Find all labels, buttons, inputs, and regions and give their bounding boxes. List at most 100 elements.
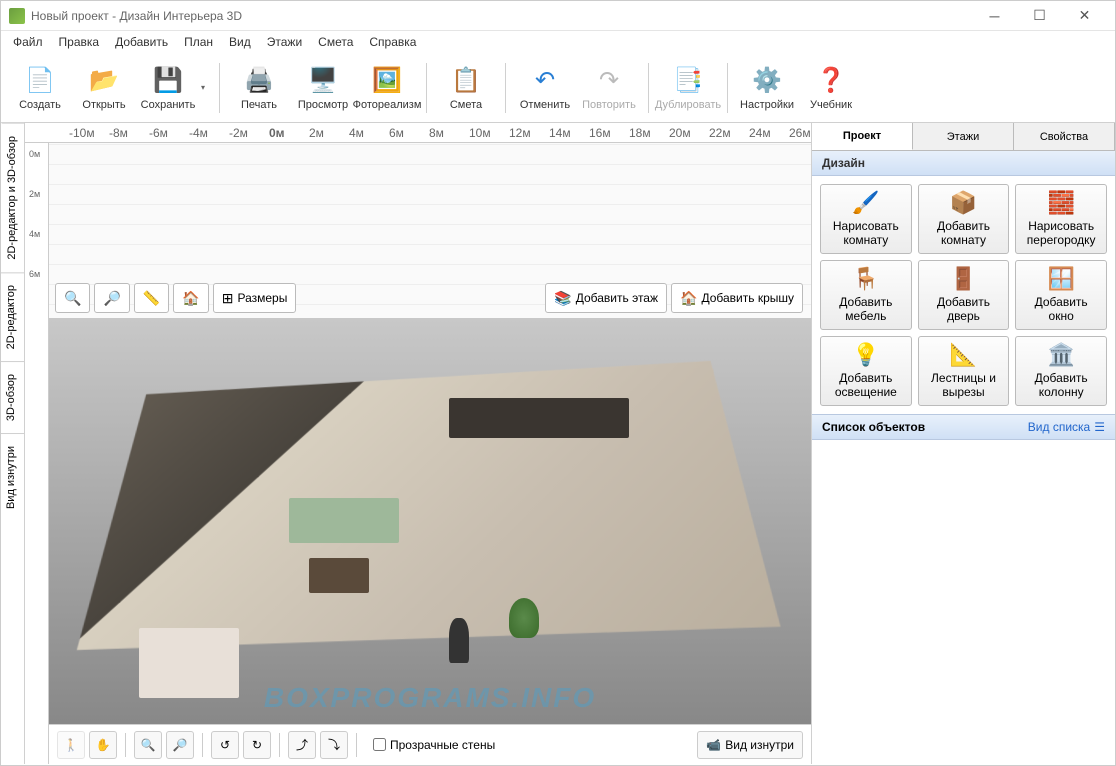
titlebar: Новый проект - Дизайн Интерьера 3D ─ ☐ ✕ [1,1,1115,31]
transparent-walls-checkbox[interactable]: Прозрачные стены [373,738,495,752]
minimize-button[interactable]: ─ [972,1,1017,30]
tilt-down-button[interactable]: ⤵ [320,731,348,759]
stairs-cutouts-button[interactable]: 📐Лестницы и вырезы [918,336,1010,406]
right-panel: Проект Этажи Свойства Дизайн 🖌️Нарисоват… [811,123,1115,764]
objects-list[interactable] [812,440,1115,764]
pan-button[interactable]: ✋ [89,731,117,759]
layers-icon: 📚 [554,290,571,307]
estimate-button[interactable]: 📋Смета [435,57,497,119]
separator [727,63,728,113]
design-section-header: Дизайн [812,151,1115,176]
tilt-up-button[interactable]: ⤴ [288,731,316,759]
separator [648,63,649,113]
settings-button[interactable]: ⚙️Настройки [736,57,798,119]
tilt-down-icon: ⤵ [328,736,340,753]
add-box-icon: 📦 [950,190,977,216]
menu-estimate[interactable]: Смета [310,32,361,52]
menu-floors[interactable]: Этажи [259,32,310,52]
list-icon: ☰ [1094,420,1105,434]
add-lighting-button[interactable]: 💡Добавить освещение [820,336,912,406]
add-column-button[interactable]: 🏛️Добавить колонну [1015,336,1107,406]
paintbrush-icon: 🖌️ [852,190,879,216]
list-view-toggle[interactable]: Вид списка☰ [1028,420,1105,434]
menu-help[interactable]: Справка [361,32,424,52]
add-furniture-button[interactable]: 🪑Добавить мебель [820,260,912,330]
print-button[interactable]: 🖨️Печать [228,57,290,119]
zoom-in-icon: 🔎 [103,290,120,307]
undo-icon: ↶ [529,65,561,97]
window-icon: 🪟 [1047,266,1074,292]
undo-button[interactable]: ↶Отменить [514,57,576,119]
duplicate-icon: 📑 [672,65,704,97]
furniture-bed [139,628,239,698]
furniture-kitchen [449,398,629,438]
notebook-icon: 📋 [450,65,482,97]
close-button[interactable]: ✕ [1062,1,1107,30]
sizes-button[interactable]: ⊞Размеры [213,283,297,313]
app-icon [9,8,25,24]
hand-icon: ✋ [96,738,111,752]
duplicate-button[interactable]: 📑Дублировать [657,57,719,119]
add-floor-button[interactable]: 📚Добавить этаж [545,283,667,313]
ruler-horizontal: -10м -8м -6м -4м -2м 0м 2м 4м 6м 8м 10м … [25,123,811,143]
tab-2d-3d-combined[interactable]: 2D-редактор и 3D-обзор [1,123,24,272]
save-button[interactable]: 💾Сохранить [137,57,199,119]
canvas-toolbar-left: 🔍 🔎 📏 🏠 ⊞Размеры [55,283,296,313]
render-3d-viewport[interactable]: BOXPROGRAMS.INFO [49,318,811,724]
maximize-button[interactable]: ☐ [1017,1,1062,30]
lightbulb-icon: 💡 [852,342,879,368]
walk-360-button[interactable]: 🚶 [57,731,85,759]
rotate-left-icon: ↺ [220,738,230,752]
draw-partition-button[interactable]: 🧱Нарисовать перегородку [1015,184,1107,254]
dimensions-icon: ⊞ [222,290,234,307]
gear-icon: ⚙️ [751,65,783,97]
create-button[interactable]: 📄Создать [9,57,71,119]
add-window-button[interactable]: 🪟Добавить окно [1015,260,1107,330]
zoom-out-icon: 🔍 [141,738,156,752]
home-button[interactable]: 🏠 [173,283,208,313]
zoom-out-icon: 🔍 [64,290,81,307]
tilt-up-icon: ⤴ [296,736,308,753]
menu-view[interactable]: Вид [221,32,259,52]
open-button[interactable]: 📂Открыть [73,57,135,119]
save-dropdown[interactable]: ▾ [201,83,211,92]
tab-2d-editor[interactable]: 2D-редактор [1,272,24,361]
preview-button[interactable]: 🖥️Просмотр [292,57,354,119]
stairs-icon: 📐 [950,342,977,368]
menu-file[interactable]: Файл [5,32,51,52]
menu-edit[interactable]: Правка [51,32,108,52]
menu-plan[interactable]: План [176,32,221,52]
furniture-plant [509,598,539,638]
home-icon: 🏠 [182,290,199,307]
furniture-table [309,558,369,593]
photorealism-button[interactable]: 🖼️Фотореализм [356,57,418,119]
walk-icon: 🚶 [64,738,79,752]
zoom-in-3d-button[interactable]: 🔎 [166,731,194,759]
zoom-out-3d-button[interactable]: 🔍 [134,731,162,759]
menubar: Файл Правка Добавить План Вид Этажи Смет… [1,31,1115,53]
draw-room-button[interactable]: 🖌️Нарисовать комнату [820,184,912,254]
add-door-button[interactable]: 🚪Добавить дверь [918,260,1010,330]
redo-icon: ↷ [593,65,625,97]
viewport-bottom-toolbar: 🚶 ✋ 🔍 🔎 ↺ ↻ ⤴ ⤵ Прозрачные стены 📹Вид из… [49,724,811,764]
main-toolbar: 📄Создать 📂Открыть 💾Сохранить ▾ 🖨️Печать … [1,53,1115,123]
ruler-icon: 📏 [143,290,160,307]
menu-add[interactable]: Добавить [107,32,176,52]
measure-button[interactable]: 📏 [134,283,169,313]
tab-properties[interactable]: Свойства [1014,123,1115,150]
zoom-out-button[interactable]: 🔍 [55,283,90,313]
rotate-right-button[interactable]: ↻ [243,731,271,759]
tab-3d-view[interactable]: 3D-обзор [1,361,24,433]
tab-inside-view[interactable]: Вид изнутри [1,433,24,521]
add-room-button[interactable]: 📦Добавить комнату [918,184,1010,254]
add-roof-button[interactable]: 🏠Добавить крышу [671,283,803,313]
tab-project[interactable]: Проект [812,123,913,150]
redo-button[interactable]: ↷Повторить [578,57,640,119]
tutorial-button[interactable]: ❓Учебник [800,57,862,119]
zoom-in-button[interactable]: 🔎 [94,283,129,313]
rotate-left-button[interactable]: ↺ [211,731,239,759]
tab-floors[interactable]: Этажи [913,123,1014,150]
ruler-vertical: 0м 2м 4м 6м [25,143,49,764]
inside-view-button[interactable]: 📹Вид изнутри [697,731,803,759]
separator [426,63,427,113]
